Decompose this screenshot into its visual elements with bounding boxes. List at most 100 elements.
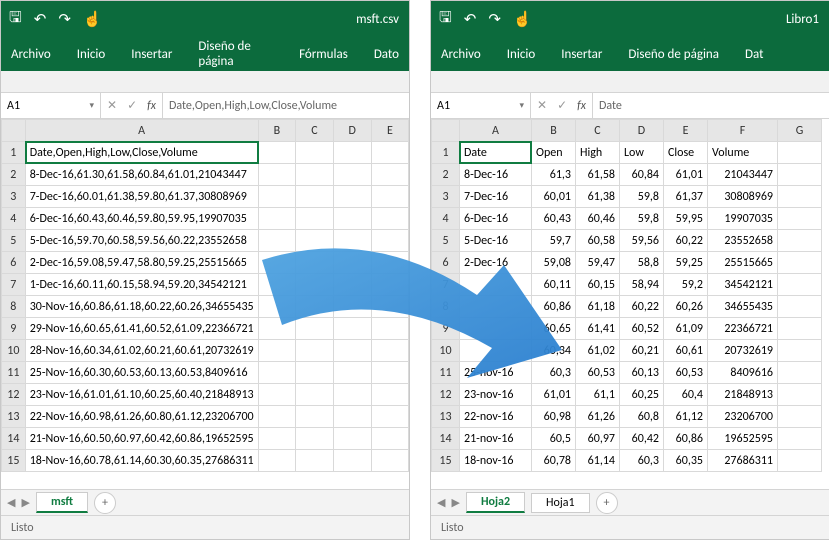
cell[interactable]: 30-Nov-16,60.86,61.18,60.22,60.26,346554… bbox=[25, 296, 258, 318]
cell[interactable]: 60,4 bbox=[664, 384, 708, 406]
grid-right[interactable]: ABCDEFG1DateOpenHighLowCloseVolume28-Dec… bbox=[431, 119, 822, 472]
row-header[interactable]: 7 bbox=[2, 274, 26, 296]
cell[interactable] bbox=[778, 428, 822, 450]
table-row[interactable]: 55-Dec-16,59.70,60.58,59.56,60.22,235526… bbox=[2, 230, 409, 252]
row-header[interactable]: 9 bbox=[432, 318, 460, 340]
sheet-tab[interactable]: Hoja2 bbox=[466, 492, 525, 513]
cell[interactable]: 61,1 bbox=[576, 384, 620, 406]
cell[interactable] bbox=[460, 274, 532, 296]
redo-icon[interactable]: ↷ bbox=[58, 10, 71, 29]
cell[interactable]: 21043447 bbox=[708, 164, 778, 186]
cell[interactable] bbox=[258, 208, 296, 230]
table-row[interactable]: 1421-Nov-16,60.50,60.97,60.42,60.86,1965… bbox=[2, 428, 409, 450]
cell[interactable]: 60,53 bbox=[664, 362, 708, 384]
cell[interactable]: 60,78 bbox=[532, 450, 576, 472]
table-row[interactable]: 37-Dec-16,60.01,61.38,59.80,61.37,308089… bbox=[2, 186, 409, 208]
cell[interactable]: 7-Dec-16,60.01,61.38,59.80,61.37,3080896… bbox=[25, 186, 258, 208]
cell[interactable] bbox=[371, 142, 408, 164]
formula-input[interactable]: Date,Open,High,Low,Close,Volume bbox=[163, 93, 409, 118]
cell[interactable] bbox=[778, 406, 822, 428]
table-row[interactable]: 28-Dec-1661,361,5860,8461,0121043447 bbox=[432, 164, 822, 186]
table-row[interactable]: 1223-Nov-16,61.01,61.10,60.25,60.40,2184… bbox=[2, 384, 409, 406]
table-row[interactable]: 860,8661,1860,2260,2634655435 bbox=[432, 296, 822, 318]
table-row[interactable]: 760,1160,1558,9459,234542121 bbox=[432, 274, 822, 296]
cell[interactable]: 8409616 bbox=[708, 362, 778, 384]
table-row[interactable]: 960,6561,4160,5261,0922366721 bbox=[432, 318, 822, 340]
column-header[interactable]: B bbox=[258, 120, 296, 142]
cell[interactable] bbox=[333, 208, 371, 230]
row-header[interactable]: 15 bbox=[2, 450, 26, 472]
table-row[interactable]: 71-Dec-16,60.11,60.15,58.94,59.20,345421… bbox=[2, 274, 409, 296]
cell[interactable] bbox=[778, 318, 822, 340]
column-header[interactable]: B bbox=[532, 120, 576, 142]
row-header[interactable]: 7 bbox=[432, 274, 460, 296]
save-icon[interactable]: 🖫 bbox=[439, 7, 452, 32]
cell[interactable] bbox=[296, 406, 334, 428]
table-row[interactable]: 1518-Nov-16,60.78,61.14,60.30,60.35,2768… bbox=[2, 450, 409, 472]
cell[interactable] bbox=[296, 340, 334, 362]
cell[interactable]: 60,84 bbox=[620, 164, 664, 186]
row-header[interactable]: 14 bbox=[432, 428, 460, 450]
cell[interactable]: 61,58 bbox=[576, 164, 620, 186]
cell[interactable]: Close bbox=[664, 142, 708, 164]
cell[interactable]: 60,46 bbox=[576, 208, 620, 230]
cell[interactable] bbox=[333, 406, 371, 428]
row-header[interactable]: 10 bbox=[2, 340, 26, 362]
cell[interactable]: 61,14 bbox=[576, 450, 620, 472]
spreadsheet-left[interactable]: ABCDE1Date,Open,High,Low,Close,Volume28-… bbox=[1, 119, 409, 489]
cell[interactable] bbox=[778, 274, 822, 296]
cell[interactable]: 60,35 bbox=[664, 450, 708, 472]
touch-mode-icon[interactable]: ☝ bbox=[513, 10, 532, 29]
cell[interactable] bbox=[333, 142, 371, 164]
cell[interactable] bbox=[371, 384, 408, 406]
row-header[interactable]: 8 bbox=[432, 296, 460, 318]
column-header[interactable]: D bbox=[333, 120, 371, 142]
cell[interactable] bbox=[371, 208, 408, 230]
table-row[interactable]: 37-Dec-1660,0161,3859,861,3730808969 bbox=[432, 186, 822, 208]
cell[interactable]: 60,22 bbox=[620, 296, 664, 318]
table-row[interactable]: 929-Nov-16,60.65,61.41,60.52,61.09,22366… bbox=[2, 318, 409, 340]
sheet-tab-msft[interactable]: msft bbox=[36, 492, 88, 513]
cell[interactable] bbox=[460, 318, 532, 340]
cell[interactable]: 25515665 bbox=[708, 252, 778, 274]
cell[interactable] bbox=[371, 340, 408, 362]
cell[interactable]: 61,38 bbox=[576, 186, 620, 208]
cell[interactable]: 60,52 bbox=[620, 318, 664, 340]
cell[interactable]: 59,8 bbox=[620, 186, 664, 208]
cell[interactable]: 5-Dec-16,59.70,60.58,59.56,60.22,2355265… bbox=[25, 230, 258, 252]
cell[interactable] bbox=[460, 296, 532, 318]
cell[interactable] bbox=[333, 164, 371, 186]
cell[interactable] bbox=[296, 362, 334, 384]
cell[interactable] bbox=[296, 230, 334, 252]
cell[interactable]: 61,37 bbox=[664, 186, 708, 208]
cell[interactable]: 29-Nov-16,60.65,61.41,60.52,61.09,223667… bbox=[25, 318, 258, 340]
cell[interactable]: 8-Dec-16,61.30,61.58,60.84,61.01,2104344… bbox=[25, 164, 258, 186]
cell[interactable]: 27686311 bbox=[708, 450, 778, 472]
cell[interactable] bbox=[778, 186, 822, 208]
fx-icon[interactable]: fx bbox=[147, 99, 156, 113]
row-header[interactable]: 2 bbox=[2, 164, 26, 186]
cell[interactable] bbox=[258, 428, 296, 450]
cell[interactable]: 1-Dec-16,60.11,60.15,58.94,59.20,3454212… bbox=[25, 274, 258, 296]
cell[interactable]: 60,3 bbox=[532, 362, 576, 384]
column-header[interactable]: E bbox=[664, 120, 708, 142]
cell[interactable] bbox=[778, 164, 822, 186]
cell[interactable] bbox=[333, 252, 371, 274]
cell[interactable] bbox=[460, 340, 532, 362]
cell[interactable]: 23552658 bbox=[708, 230, 778, 252]
cell[interactable]: 59,47 bbox=[576, 252, 620, 274]
cell[interactable]: 60,97 bbox=[576, 428, 620, 450]
cell[interactable]: 7-Dec-16 bbox=[460, 186, 532, 208]
formula-input[interactable]: Date bbox=[593, 93, 829, 118]
cell[interactable] bbox=[258, 230, 296, 252]
select-all-cell[interactable] bbox=[2, 120, 26, 142]
ribbon-tab[interactable]: Inicio bbox=[75, 41, 107, 68]
row-header[interactable]: 11 bbox=[432, 362, 460, 384]
spreadsheet-right[interactable]: ABCDEFG1DateOpenHighLowCloseVolume28-Dec… bbox=[431, 119, 829, 489]
row-header[interactable]: 3 bbox=[2, 186, 26, 208]
cell[interactable] bbox=[258, 406, 296, 428]
cell[interactable]: Open bbox=[532, 142, 576, 164]
table-row[interactable]: 1125-Nov-16,60.30,60.53,60.13,60.53,8409… bbox=[2, 362, 409, 384]
cell[interactable]: 21-nov-16 bbox=[460, 428, 532, 450]
row-header[interactable]: 1 bbox=[2, 142, 26, 164]
